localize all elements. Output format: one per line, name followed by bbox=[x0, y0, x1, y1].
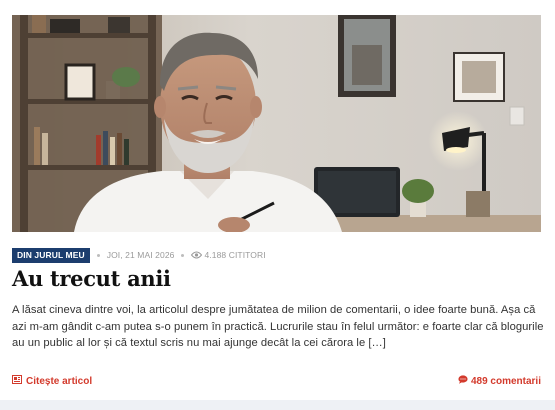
category-badge[interactable]: DIN JURUL MEU bbox=[12, 247, 90, 263]
eye-icon bbox=[191, 251, 203, 259]
read-article-label: Citește articol bbox=[26, 375, 93, 387]
article-excerpt: A lăsat cineva dintre voi, la articolul … bbox=[12, 304, 544, 349]
article-card: DIN JURUL MEU JOI, 21 MAI 2026 4.188 CIT… bbox=[0, 0, 555, 410]
photo-illustration bbox=[12, 15, 541, 232]
views-label: 4.188 CITITORI bbox=[204, 250, 266, 260]
article-date: JOI, 21 MAI 2026 bbox=[106, 250, 175, 260]
meta-separator bbox=[96, 253, 100, 257]
article-title[interactable]: Au trecut anii bbox=[12, 265, 171, 293]
comment-bubble-icon bbox=[458, 375, 468, 387]
article-photo[interactable] bbox=[12, 15, 541, 232]
views-count: 4.188 CITITORI bbox=[191, 250, 266, 260]
comments-count: 489 comentarii bbox=[470, 375, 541, 387]
article-icon bbox=[12, 375, 22, 387]
read-article-link[interactable]: Citește articol bbox=[12, 375, 92, 387]
card-divider bbox=[0, 400, 555, 410]
article-meta: DIN JURUL MEU JOI, 21 MAI 2026 4.188 CIT… bbox=[12, 247, 266, 263]
comments-link[interactable]: 489 comentarii bbox=[458, 375, 541, 387]
meta-separator bbox=[181, 253, 185, 257]
